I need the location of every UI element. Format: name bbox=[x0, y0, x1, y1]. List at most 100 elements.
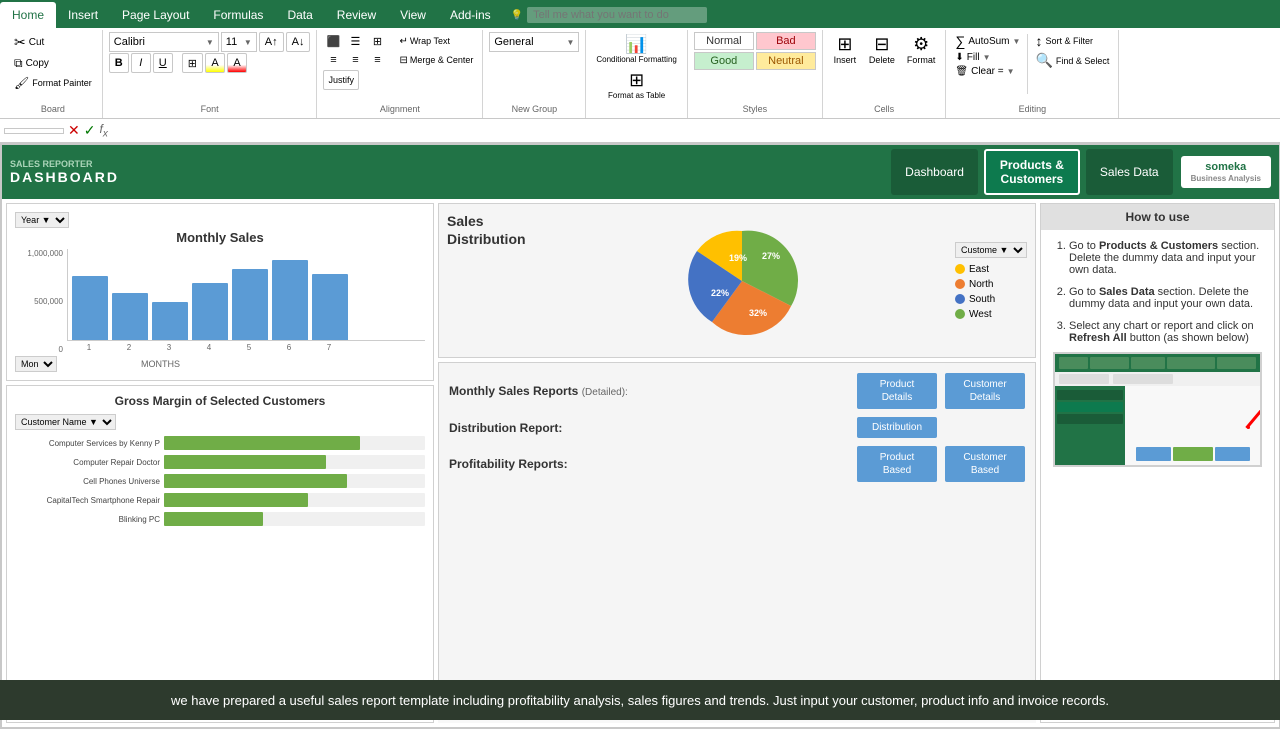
autosum-label: AutoSum bbox=[968, 36, 1009, 47]
middle-column: SalesDistribution bbox=[438, 203, 1036, 723]
tab-page-layout[interactable]: Page Layout bbox=[110, 2, 201, 28]
insert-function-icon[interactable]: fx bbox=[99, 122, 107, 139]
clear-button[interactable]: 🗑 Clear = ▼ bbox=[952, 65, 1023, 78]
distribution-report-row: Distribution Report: Distribution bbox=[449, 417, 1025, 438]
number-format-selector[interactable]: General ▼ bbox=[489, 32, 579, 52]
month-filter[interactable]: Mon bbox=[15, 356, 57, 372]
customer-filter[interactable]: Customer Name ▼ bbox=[15, 414, 116, 430]
bar-7[interactable] bbox=[312, 274, 348, 340]
tab-addins[interactable]: Add-ins bbox=[438, 2, 503, 28]
distribution-button[interactable]: Distribution bbox=[857, 417, 937, 438]
font-group: Calibri ▼ 11 ▼ A↑ A↓ B I U bbox=[103, 30, 318, 118]
autosum-icon: ∑ bbox=[955, 33, 965, 49]
copy-label: Copy bbox=[26, 58, 49, 69]
name-box[interactable] bbox=[4, 128, 64, 134]
tab-products-customers[interactable]: Products &Customers bbox=[984, 149, 1080, 195]
style-neutral[interactable]: Neutral bbox=[756, 52, 816, 70]
clipboard-label: Board bbox=[4, 104, 102, 114]
italic-button[interactable]: I bbox=[131, 53, 151, 73]
tab-formulas[interactable]: Formulas bbox=[201, 2, 275, 28]
bar-label-3: Cell Phones Universe bbox=[15, 477, 160, 486]
fill-color-button[interactable]: A bbox=[205, 53, 225, 73]
formula-bar: ✕ ✓ fx bbox=[0, 119, 1280, 143]
bottom-message: we have prepared a useful sales report t… bbox=[171, 693, 1109, 708]
bar-5[interactable] bbox=[232, 269, 268, 340]
dashboard-content: Year ▼ Monthly Sales 1,000,000 500,000 0 bbox=[2, 199, 1279, 727]
product-details-button[interactable]: ProductDetails bbox=[857, 373, 937, 409]
customer-based-button[interactable]: CustomerBased bbox=[945, 446, 1025, 482]
clear-icon: 🗑 bbox=[955, 66, 968, 77]
format-table-button[interactable]: ⊞ Format as Table bbox=[604, 68, 669, 102]
align-left-button[interactable]: ≡ bbox=[323, 51, 343, 69]
align-center-button[interactable]: ≡ bbox=[345, 51, 365, 69]
tab-home[interactable]: Home bbox=[0, 2, 56, 28]
tab-insert[interactable]: Insert bbox=[56, 2, 110, 28]
copy-button[interactable]: ⧉ Copy bbox=[10, 54, 96, 73]
border-button[interactable]: ⊞ bbox=[182, 53, 203, 73]
insert-button[interactable]: ⊞ Insert bbox=[829, 32, 861, 67]
year-filter[interactable]: Year ▼ bbox=[15, 212, 69, 228]
bar-1[interactable] bbox=[72, 276, 108, 340]
sort-filter-button[interactable]: ↕ Sort & Filter bbox=[1032, 32, 1112, 50]
bar-row-3: Cell Phones Universe bbox=[15, 474, 425, 488]
font-name-selector[interactable]: Calibri ▼ bbox=[109, 32, 219, 52]
tab-view[interactable]: View bbox=[388, 2, 438, 28]
tab-dashboard[interactable]: Dashboard bbox=[891, 149, 978, 195]
tab-sales-data[interactable]: Sales Data bbox=[1086, 149, 1173, 195]
ribbon-tabs: Home Insert Page Layout Formulas Data Re… bbox=[0, 0, 1280, 28]
fill-button[interactable]: ⬇ Fill ▼ bbox=[952, 51, 1023, 64]
bar-4[interactable] bbox=[192, 283, 228, 340]
app-nav-bar: SALES REPORTER DASHBOARD Dashboard Produ… bbox=[2, 145, 1279, 199]
legend-north: North bbox=[955, 279, 1027, 290]
confirm-formula-icon[interactable]: ✓ bbox=[84, 122, 96, 139]
align-right-button[interactable]: ≡ bbox=[367, 51, 387, 69]
style-bad[interactable]: Bad bbox=[756, 32, 816, 50]
formula-input[interactable] bbox=[112, 125, 1276, 137]
format-button[interactable]: ⚙ Format bbox=[903, 32, 940, 67]
conditional-formatting-button[interactable]: 📊 Conditional Formatting bbox=[592, 32, 680, 66]
clear-label: Clear = bbox=[971, 66, 1004, 77]
pie-legend: Custome ▼ East North South bbox=[947, 212, 1027, 349]
decrease-font-button[interactable]: A↓ bbox=[286, 32, 311, 52]
align-top-right-button[interactable]: ⊞ bbox=[367, 32, 387, 50]
alignment-group-label: Alignment bbox=[317, 104, 482, 114]
align-top-left-button[interactable]: ⬛ bbox=[323, 32, 343, 50]
tab-data[interactable]: Data bbox=[275, 2, 324, 28]
how-to-step-2: Go to Sales Data section. Delete the dum… bbox=[1069, 286, 1262, 310]
find-select-button[interactable]: 🔍 Find & Select bbox=[1032, 51, 1112, 70]
clipboard-group: ✂ Cut ⧉ Copy 🖌 Format Painter Board bbox=[4, 30, 103, 118]
ribbon-content: ✂ Cut ⧉ Copy 🖌 Format Painter Board bbox=[0, 28, 1280, 119]
justify-button[interactable]: Justify bbox=[323, 70, 359, 90]
bar-2[interactable] bbox=[112, 293, 148, 340]
tab-review[interactable]: Review bbox=[325, 2, 388, 28]
font-size-value: 11 bbox=[226, 36, 237, 48]
font-name-arrow: ▼ bbox=[206, 38, 214, 47]
increase-font-button[interactable]: A↑ bbox=[259, 32, 284, 52]
customer-dist-filter[interactable]: Custome ▼ bbox=[955, 242, 1027, 258]
find-select-icon: 🔍 bbox=[1035, 52, 1052, 69]
someka-logo: someka Business Analysis bbox=[1181, 156, 1271, 189]
style-good[interactable]: Good bbox=[694, 52, 754, 70]
format-painter-button[interactable]: 🖌 Format Painter bbox=[10, 74, 96, 92]
font-size-arrow: ▼ bbox=[244, 38, 252, 47]
font-size-selector[interactable]: 11 ▼ bbox=[221, 32, 257, 52]
bar-label-2: Computer Repair Doctor bbox=[15, 458, 160, 467]
svg-text:22%: 22% bbox=[711, 288, 729, 298]
autosum-button[interactable]: ∑ AutoSum ▼ bbox=[952, 32, 1023, 50]
bold-button[interactable]: B bbox=[109, 53, 129, 73]
search-input[interactable] bbox=[527, 7, 707, 23]
cut-button[interactable]: ✂ Cut bbox=[10, 32, 96, 53]
underline-button[interactable]: U bbox=[153, 53, 173, 73]
merge-center-button[interactable]: ⊟ Merge & Center bbox=[396, 54, 476, 67]
cancel-formula-icon[interactable]: ✕ bbox=[68, 122, 80, 139]
style-normal[interactable]: Normal bbox=[694, 32, 754, 50]
wrap-text-button[interactable]: ↵ Wrap Text bbox=[396, 35, 453, 48]
customer-details-button[interactable]: CustomerDetails bbox=[945, 373, 1025, 409]
bar-6[interactable] bbox=[272, 260, 308, 340]
product-based-button[interactable]: ProductBased bbox=[857, 446, 937, 482]
delete-label: Delete bbox=[869, 55, 895, 65]
delete-button[interactable]: ⊟ Delete bbox=[865, 32, 899, 67]
bar-3[interactable] bbox=[152, 302, 188, 340]
align-top-center-button[interactable]: ☰ bbox=[345, 32, 365, 50]
font-color-button[interactable]: A bbox=[227, 53, 247, 73]
